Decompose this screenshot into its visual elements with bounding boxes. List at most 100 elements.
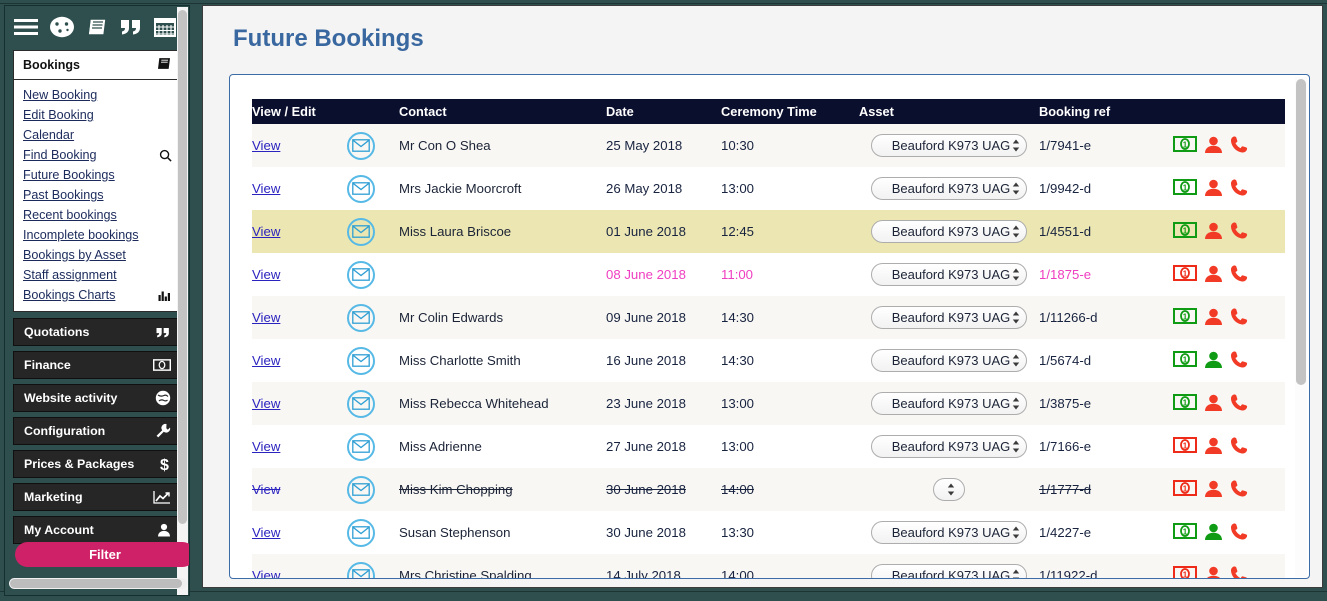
phone-icon[interactable] [1230,135,1249,157]
table-row[interactable]: View Mrs Jackie Moorcroft 26 May 2018 13:00… [252,167,1285,210]
view-link[interactable]: View [252,439,280,454]
column-header-asset[interactable]: Asset [859,99,1039,124]
asset-select[interactable]: Beauford K973 UAG [871,521,1027,544]
menu-icon[interactable] [13,17,39,42]
table-vertical-scrollbar[interactable] [1295,77,1307,577]
sidebar-vertical-scrollbar[interactable] [177,7,188,595]
asset-select[interactable]: Beauford K973 UAG [871,435,1027,458]
contact-status-icon[interactable] [1204,351,1223,371]
asset-select[interactable]: Beauford K973 UAG [871,349,1027,372]
calendar-icon[interactable] [153,16,177,43]
payment-status-icon[interactable]: 1 [1172,307,1198,327]
envelope-icon[interactable] [347,303,375,332]
contact-status-icon[interactable] [1204,308,1223,328]
envelope-icon[interactable] [347,346,375,375]
table-row[interactable]: View Mrs Christine Spalding 14 July 2018 14… [252,554,1285,578]
sidebar-item-find-booking[interactable]: Find Booking [14,145,180,165]
sidebar-section-configuration[interactable]: Configuration [13,417,181,445]
sidebar-item-recent-bookings[interactable]: Recent bookings [14,205,180,225]
quote-icon[interactable] [119,17,143,42]
sidebar-section-finance[interactable]: Finance [13,351,181,379]
payment-status-icon[interactable]: 1 [1172,565,1198,578]
sidebar-item-staff-assignment[interactable]: Staff assignment [14,265,180,285]
table-row[interactable]: View Miss Adrienne 27 June 2018 13:00 Beaufo… [252,425,1285,468]
envelope-icon[interactable] [347,174,375,203]
envelope-icon[interactable] [347,389,375,418]
table-row[interactable]: View Miss Charlotte Smith 16 June 2018 14:3… [252,339,1285,382]
column-header-view-edit[interactable]: View / Edit [252,99,399,124]
asset-select[interactable]: Beauford K973 UAG [871,134,1027,157]
column-header-date[interactable]: Date [606,99,721,124]
phone-icon[interactable] [1230,479,1249,501]
contact-status-icon[interactable] [1204,523,1223,543]
asset-select[interactable]: Beauford K973 UAG [871,220,1027,243]
sidebar-section-quotations[interactable]: Quotations [13,318,181,346]
table-row[interactable]: View Miss Kim Chopping 30 June 2018 14:00 1/… [252,468,1285,511]
phone-icon[interactable] [1230,221,1249,243]
contact-status-icon[interactable] [1204,136,1223,156]
sidebar-item-past-bookings[interactable]: Past Bookings [14,185,180,205]
payment-status-icon[interactable]: 1 [1172,178,1198,198]
phone-icon[interactable] [1230,393,1249,415]
table-scroll-thumb[interactable] [1296,79,1306,385]
view-link[interactable]: View [252,181,280,196]
phone-icon[interactable] [1230,522,1249,544]
contact-status-icon[interactable] [1204,222,1223,242]
view-link[interactable]: View [252,568,280,578]
envelope-icon[interactable] [347,518,375,547]
phone-icon[interactable] [1230,264,1249,286]
payment-status-icon[interactable]: 1 [1172,479,1198,499]
view-link[interactable]: View [252,267,280,282]
table-row[interactable]: View 08 June 2018 11:00 Beauford K973 UAG 1/… [252,253,1285,296]
payment-status-icon[interactable]: 1 [1172,221,1198,241]
view-link[interactable]: View [252,525,280,540]
bookings-panel-header[interactable]: Bookings [14,51,180,80]
table-row[interactable]: View Mr Con O Shea 25 May 2018 10:30 Beaufor… [252,124,1285,167]
view-link[interactable]: View [252,482,280,497]
contact-status-icon[interactable] [1204,566,1223,578]
sidebar-section-website-activity[interactable]: Website activity [13,384,181,412]
envelope-icon[interactable] [347,260,375,289]
envelope-icon[interactable] [347,561,375,578]
asset-select[interactable] [933,478,965,501]
phone-icon[interactable] [1230,436,1249,458]
sidebar-item-bookings-by-asset[interactable]: Bookings by Asset [14,245,180,265]
envelope-icon[interactable] [347,217,375,246]
phone-icon[interactable] [1230,178,1249,200]
table-row[interactable]: View Mr Colin Edwards 09 June 2018 14:30 Bea… [252,296,1285,339]
table-row[interactable]: View Susan Stephenson 30 June 2018 13:30 Bea… [252,511,1285,554]
envelope-icon[interactable] [347,475,375,504]
book-icon[interactable] [85,16,109,43]
view-link[interactable]: View [252,310,280,325]
sidebar-horizontal-scrollbar[interactable] [9,578,187,589]
view-link[interactable]: View [252,353,280,368]
sidebar-section-marketing[interactable]: Marketing [13,483,181,511]
sidebar-section-my-account[interactable]: My Account [13,516,181,544]
contact-status-icon[interactable] [1204,179,1223,199]
contact-status-icon[interactable] [1204,480,1223,500]
column-header-contact[interactable]: Contact [399,99,606,124]
sidebar-item-new-booking[interactable]: New Booking [14,85,180,105]
asset-select[interactable]: Beauford K973 UAG [871,564,1027,578]
sidebar-item-future-bookings[interactable]: Future Bookings [14,165,180,185]
sidebar-item-edit-booking[interactable]: Edit Booking [14,105,180,125]
table-row[interactable]: View Miss Rebecca Whitehead 23 June 2018 13… [252,382,1285,425]
contact-status-icon[interactable] [1204,265,1223,285]
sidebar-hscroll-thumb[interactable] [10,579,182,588]
payment-status-icon[interactable]: 1 [1172,522,1198,542]
payment-status-icon[interactable]: 1 [1172,264,1198,284]
filter-button[interactable]: Filter [15,542,189,567]
sidebar-item-incomplete-bookings[interactable]: Incomplete bookings [14,225,180,245]
asset-select[interactable]: Beauford K973 UAG [871,392,1027,415]
view-link[interactable]: View [252,138,280,153]
phone-icon[interactable] [1230,350,1249,372]
contact-status-icon[interactable] [1204,394,1223,414]
asset-select[interactable]: Beauford K973 UAG [871,263,1027,286]
envelope-icon[interactable] [347,432,375,461]
payment-status-icon[interactable]: 1 [1172,350,1198,370]
payment-status-icon[interactable]: 1 [1172,393,1198,413]
sidebar-vscroll-thumb[interactable] [178,10,187,524]
sidebar-section-prices-packages[interactable]: Prices & Packages $ [13,450,181,478]
phone-icon[interactable] [1230,565,1249,578]
column-header-ceremony-time[interactable]: Ceremony Time [721,99,859,124]
